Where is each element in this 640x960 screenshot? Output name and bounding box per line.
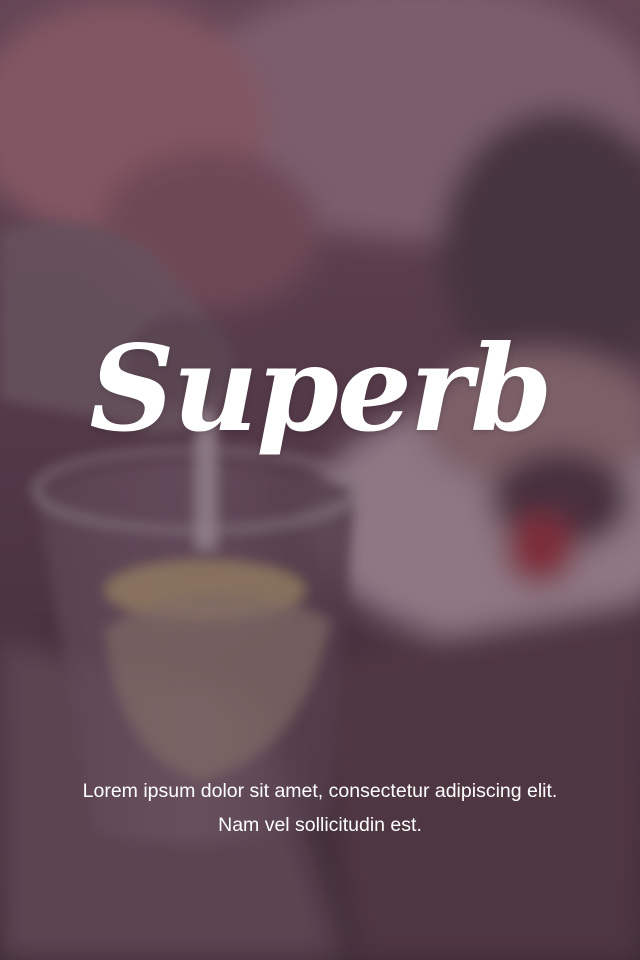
app-logo: Superb [89, 319, 552, 458]
tagline-text: Lorem ipsum dolor sit amet, consectetur … [82, 780, 558, 836]
splash-screen: Superb Lorem ipsum dolor sit amet, conse… [0, 0, 640, 960]
